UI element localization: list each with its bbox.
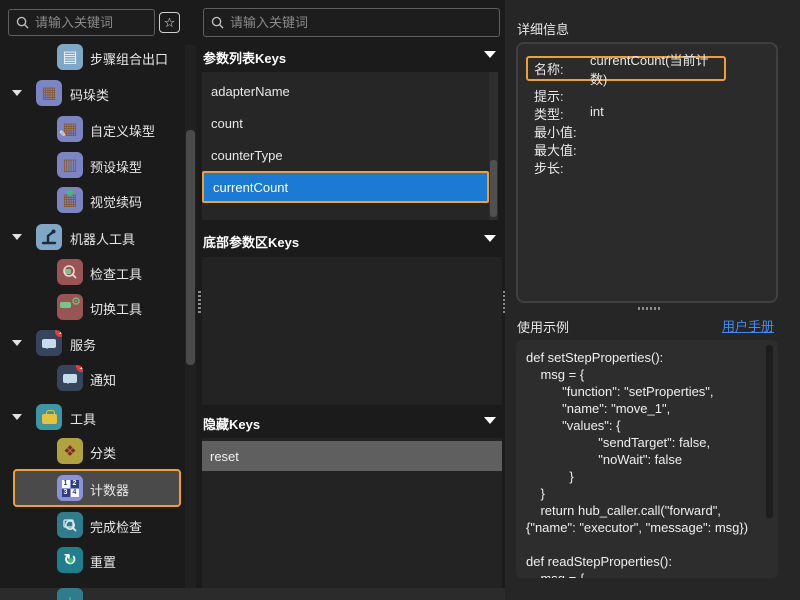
sidebar-item-tools[interactable]: 工具	[0, 399, 185, 435]
toolbox-icon	[42, 414, 57, 424]
gear-icon: ⚙	[71, 297, 81, 308]
magnifier-gripper-icon	[61, 263, 79, 281]
custom-pallet-icon: ▦ ✎	[57, 116, 83, 142]
code-example-box: def setStepProperties(): msg = { "functi…	[516, 340, 778, 578]
bottom-params-panel	[202, 257, 502, 405]
param-search-input[interactable]	[230, 15, 492, 30]
robot-tools-icon	[36, 224, 62, 250]
preset-pallet-icon: ▥	[57, 152, 83, 178]
expander-triangle-icon[interactable]	[12, 414, 22, 420]
classify-icon: ❖	[57, 438, 83, 464]
detail-row-step: 步长:	[518, 158, 778, 176]
collapse-triangle-icon[interactable]	[484, 417, 496, 424]
sidebar-item-service[interactable]: 1 服务	[0, 325, 185, 361]
list-item-adapterName[interactable]: adapterName	[202, 75, 489, 107]
partial-bottom-icon: +	[57, 588, 83, 600]
green-dot-icon	[68, 558, 73, 563]
expander-triangle-icon[interactable]	[12, 90, 22, 96]
counter-icon: 1 2 3 4	[57, 475, 83, 501]
service-icon: 1	[36, 330, 62, 356]
sidebar-item-step-combine-exit[interactable]: ▤ 步骤组合出口	[0, 39, 185, 75]
detail-row-max: 最大值:	[518, 140, 778, 158]
section-header-param-list[interactable]: 参数列表Keys	[203, 48, 500, 67]
left-splitter-grip[interactable]	[198, 291, 201, 313]
hidden-keys-panel: reset	[202, 438, 502, 588]
collapse-triangle-icon[interactable]	[484, 235, 496, 242]
left-middle-area: ☆ ▤ 步骤组合出口 ▦ 码垛类 ▦ ✎ 自定义垛型 ▥ 预设垛型 ▦ 视觉续码	[0, 0, 505, 588]
detail-row-hint: 提示:	[518, 86, 778, 104]
camera-dot-icon	[67, 190, 73, 196]
sidebar-item-palletizing-category[interactable]: ▦ 码垛类	[0, 75, 185, 111]
code-scrollbar-thumb[interactable]	[766, 345, 773, 518]
completion-check-icon	[57, 512, 83, 538]
gripper-icon	[60, 302, 71, 308]
step-combine-exit-icon: ▤	[57, 44, 83, 70]
detail-label: 名称:	[534, 59, 564, 78]
magnifier-grid-icon	[61, 516, 79, 534]
section-header-hidden-keys[interactable]: 隐藏Keys	[203, 414, 500, 433]
tools-icon	[36, 404, 62, 430]
sidebar-item-classify[interactable]: ❖ 分类	[0, 433, 185, 469]
section-header-bottom-params[interactable]: 底部参数区Keys	[203, 232, 500, 251]
list-item-currentCount[interactable]: currentCount	[202, 171, 489, 203]
search-icon	[211, 16, 224, 29]
chat-bubble-icon	[42, 339, 56, 348]
sidebar-item-switch-tool[interactable]: ⚙ 切换工具	[0, 289, 185, 325]
sidebar-search-input[interactable]	[35, 15, 147, 30]
digits-grid-icon: 1 2 3 4	[62, 480, 79, 497]
sidebar-item-notify[interactable]: 1 通知	[0, 360, 185, 396]
expander-triangle-icon[interactable]	[12, 234, 22, 240]
robot-arm-icon	[39, 227, 59, 247]
sidebar-scrollbar-track[interactable]	[185, 45, 196, 588]
favorites-filter-button[interactable]: ☆	[159, 12, 180, 33]
list-item-counterType[interactable]: counterType	[202, 139, 489, 171]
detail-value: currentCount(当前计数)	[590, 50, 724, 88]
sidebar-item-partial[interactable]: +	[0, 585, 185, 600]
name-row-highlight: 名称: currentCount(当前计数)	[526, 56, 726, 81]
list-item-reset[interactable]: reset	[202, 441, 502, 471]
user-manual-link[interactable]: 用户手册	[722, 316, 774, 335]
sidebar-item-counter[interactable]: 1 2 3 4 计数器	[13, 469, 181, 507]
right-panel: 详细信息 名称: currentCount(当前计数) 提示: 类型: int …	[505, 0, 800, 600]
sidebar-item-custom-pallet[interactable]: ▦ ✎ 自定义垛型	[0, 111, 185, 147]
param-search-box[interactable]	[203, 8, 500, 37]
vision-resume-icon: ▦	[57, 187, 83, 213]
detail-row-min: 最小值:	[518, 122, 778, 140]
palletizing-category-icon: ▦	[36, 80, 62, 106]
collapse-triangle-icon[interactable]	[484, 51, 496, 58]
details-box: 名称: currentCount(当前计数) 提示: 类型: int 最小值: …	[516, 42, 778, 303]
sidebar-scrollbar-thumb[interactable]	[186, 130, 195, 365]
chat-bubble-icon	[63, 374, 77, 383]
sidebar-item-robot-tools[interactable]: 机器人工具	[0, 219, 185, 255]
code-example: def setStepProperties(): msg = { "functi…	[516, 340, 778, 578]
sidebar-item-vision-resume[interactable]: ▦ 视觉续码	[0, 182, 185, 218]
param-list-scrollbar-thumb[interactable]	[490, 160, 497, 217]
notification-badge: 1	[76, 365, 83, 372]
sidebar-item-preset-pallet[interactable]: ▥ 预设垛型	[0, 147, 185, 183]
param-list-scrollbar-track[interactable]	[489, 72, 498, 220]
list-item-count[interactable]: count	[202, 107, 489, 139]
pencil-icon: ✎	[59, 130, 67, 139]
notify-icon: 1	[57, 365, 83, 391]
search-icon	[16, 16, 29, 29]
expander-triangle-icon[interactable]	[12, 340, 22, 346]
reset-icon: ↻	[57, 547, 83, 573]
sidebar-item-completion-check[interactable]: 完成检查	[0, 507, 185, 543]
star-box-icon: ☆	[164, 15, 176, 31]
horizontal-splitter-grip[interactable]	[638, 307, 662, 310]
switch-tool-icon: ⚙	[57, 294, 83, 320]
details-title: 详细信息	[517, 19, 569, 38]
check-tool-icon	[57, 259, 83, 285]
sidebar-item-reset[interactable]: ↻ 重置	[0, 542, 185, 578]
example-title: 使用示例	[517, 317, 569, 336]
detail-row-type: 类型: int	[518, 104, 778, 122]
sidebar-search-box[interactable]	[8, 9, 155, 36]
param-list: adapterName count counterType currentCou…	[202, 72, 489, 220]
notification-badge: 1	[55, 330, 62, 337]
sidebar-item-check-tool[interactable]: 检查工具	[0, 254, 185, 290]
